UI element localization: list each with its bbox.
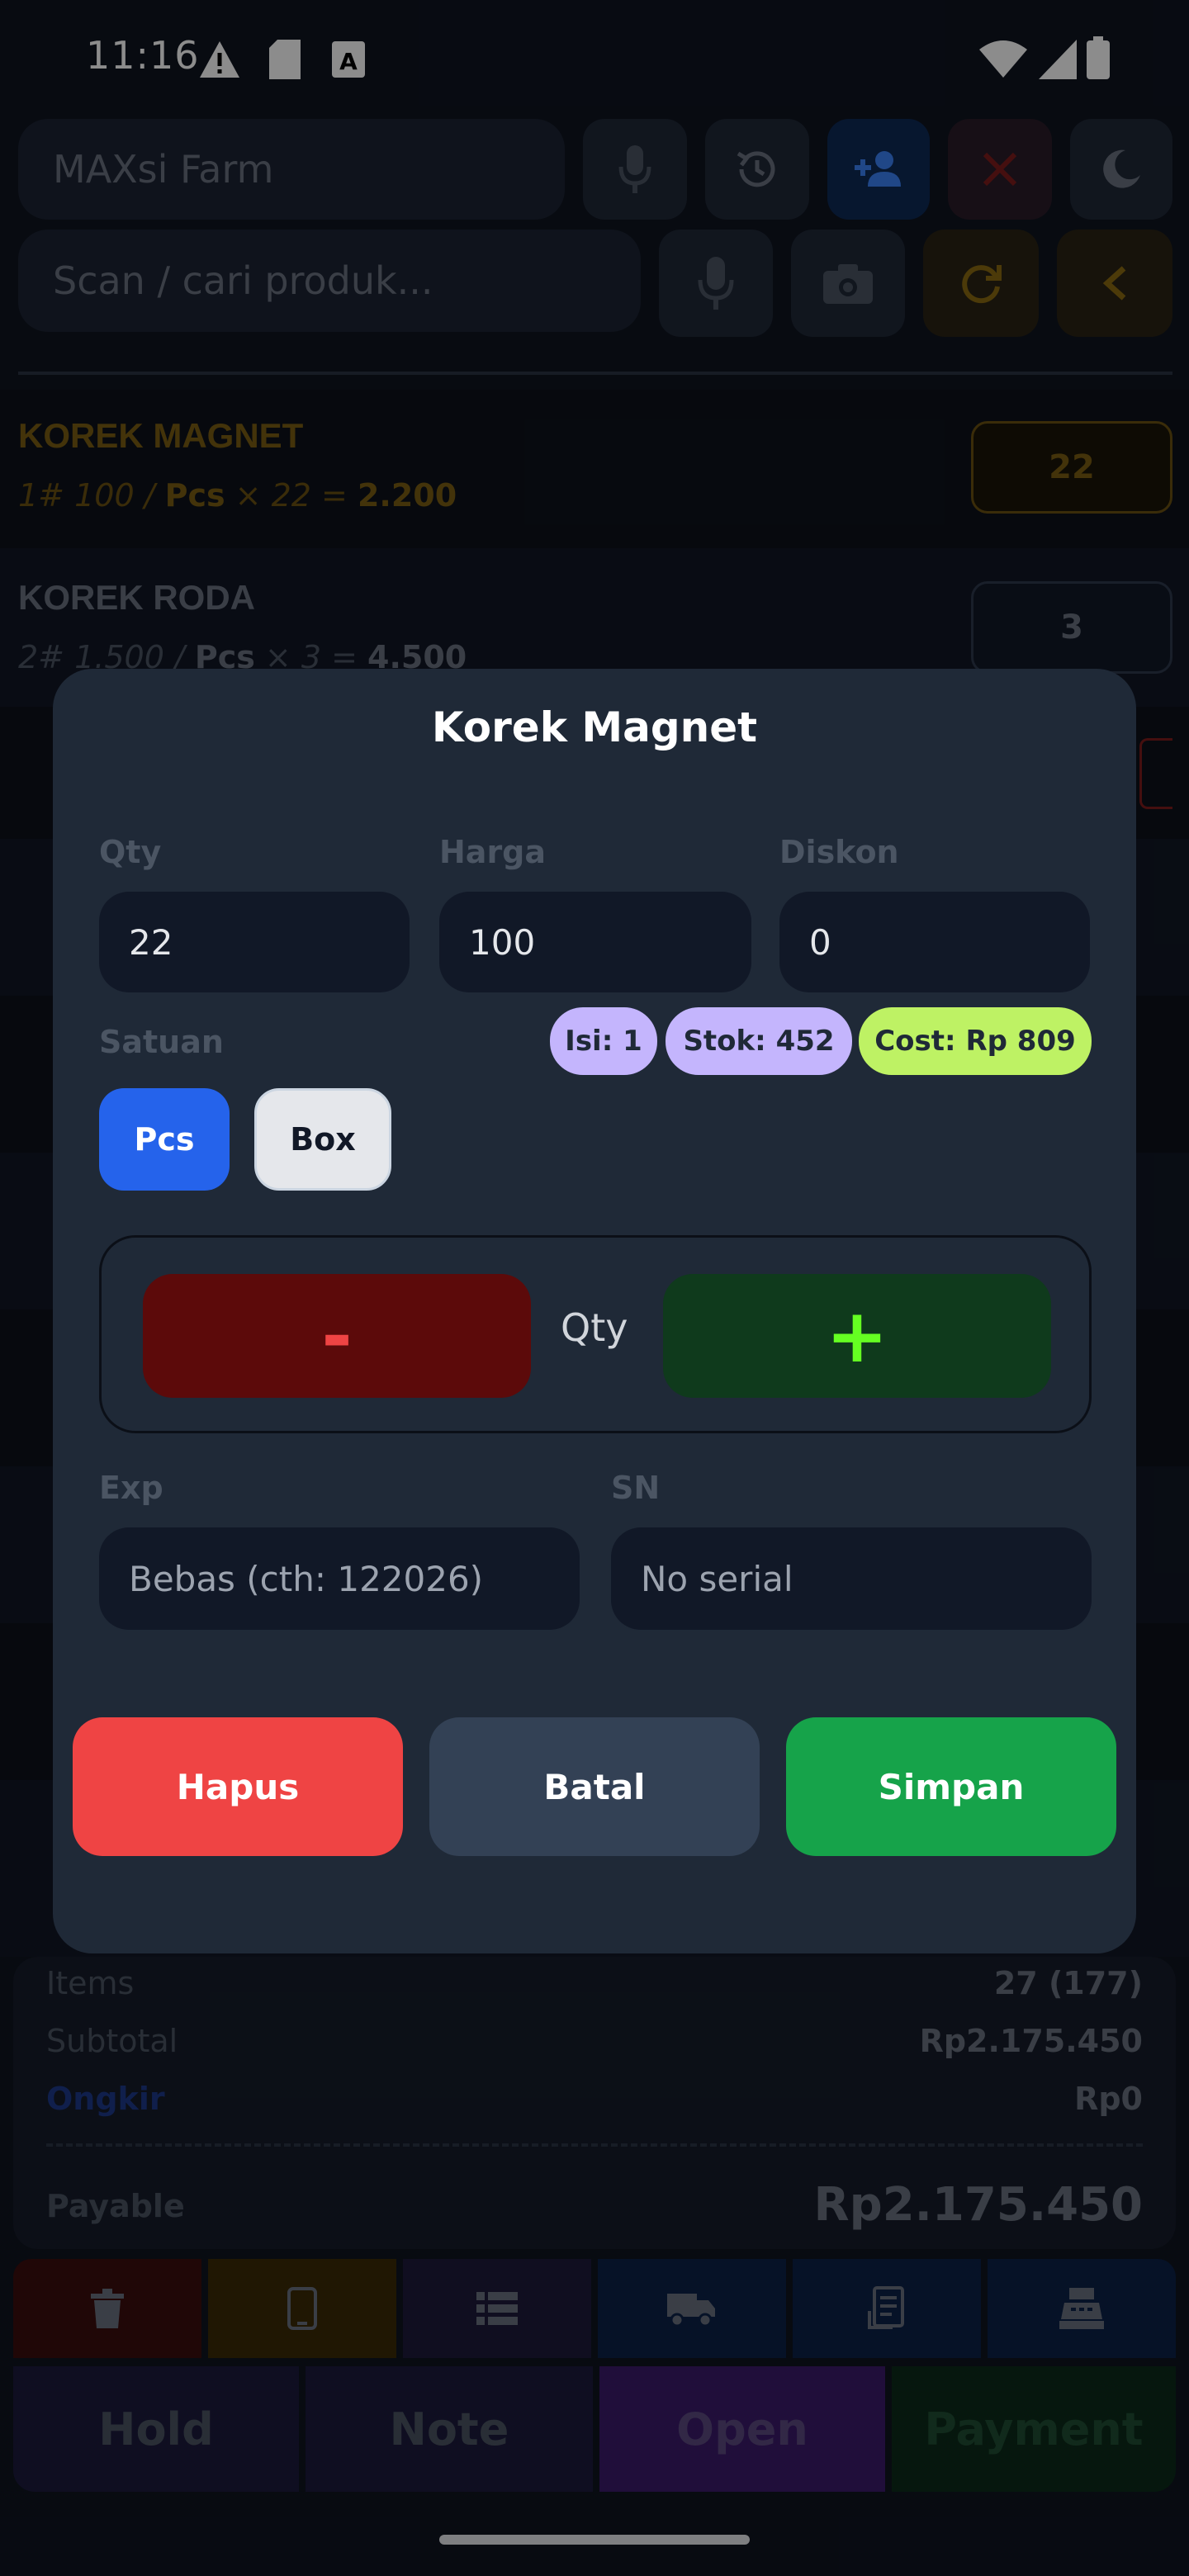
qty-input[interactable]: 22 xyxy=(99,892,410,992)
stepper-label: Qty xyxy=(561,1305,628,1350)
sn-input[interactable]: No serial xyxy=(611,1527,1092,1630)
diskon-input[interactable]: 0 xyxy=(779,892,1090,992)
sn-label: SN xyxy=(611,1470,661,1506)
qty-stepper: - Qty + xyxy=(99,1235,1092,1433)
unit-pcs-button[interactable]: Pcs xyxy=(99,1088,230,1191)
edit-item-dialog: Korek Magnet Qty Harga Diskon 22 100 0 S… xyxy=(53,669,1136,1953)
decrement-button[interactable]: - xyxy=(143,1274,531,1398)
stok-badge: Stok: 452 xyxy=(666,1007,852,1075)
exp-label: Exp xyxy=(99,1470,163,1506)
exp-input[interactable]: Bebas (cth: 122026) xyxy=(99,1527,580,1630)
delete-button[interactable]: Hapus xyxy=(73,1717,403,1856)
cost-badge: Cost: Rp 809 xyxy=(859,1007,1092,1075)
diskon-label: Diskon xyxy=(779,834,899,870)
cancel-button[interactable]: Batal xyxy=(429,1717,760,1856)
dialog-title: Korek Magnet xyxy=(431,703,758,751)
unit-box-button[interactable]: Box xyxy=(254,1088,391,1191)
isi-badge: Isi: 1 xyxy=(550,1007,657,1075)
save-button[interactable]: Simpan xyxy=(786,1717,1116,1856)
harga-label: Harga xyxy=(439,834,547,870)
satuan-label: Satuan xyxy=(99,1024,224,1060)
qty-label: Qty xyxy=(99,834,162,870)
increment-button[interactable]: + xyxy=(663,1274,1051,1398)
harga-input[interactable]: 100 xyxy=(439,892,751,992)
